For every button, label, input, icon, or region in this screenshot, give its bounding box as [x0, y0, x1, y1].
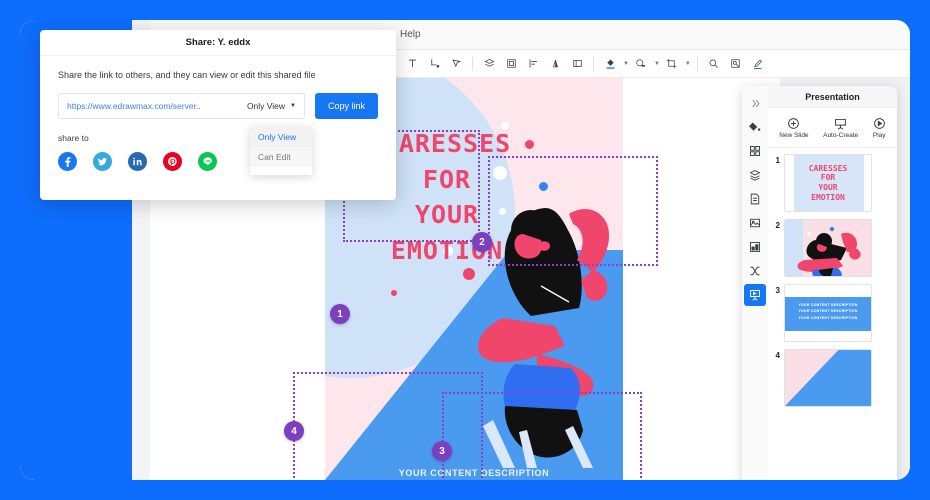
share-link-value: https://www.edrawmax.com/server.. [67, 101, 201, 111]
twitter-share-icon[interactable] [93, 152, 112, 171]
toolbar-divider [696, 56, 698, 71]
list-item[interactable]: 4 [772, 349, 891, 407]
chevron-down-icon[interactable]: ▼ [654, 61, 660, 67]
slide-thumbnail-3[interactable]: YOUR CONTENT DESCRIPTION YOUR CONTENT DE… [784, 284, 872, 342]
permission-dropdown[interactable]: Only View Can Edit [250, 127, 312, 175]
slide-thumbnail-4[interactable] [784, 349, 872, 407]
permission-option-can-edit[interactable]: Can Edit [250, 147, 312, 167]
play-label: Play [872, 131, 886, 139]
linkedin-share-icon[interactable] [128, 152, 147, 171]
text-tool-icon[interactable] [402, 54, 422, 74]
share-to-label: share to [58, 133, 89, 143]
chevron-down-icon[interactable]: ▼ [290, 103, 296, 109]
play-action[interactable]: Play [873, 117, 886, 139]
chart-table-icon[interactable] [744, 236, 766, 258]
slide-number: 4 [775, 351, 780, 360]
chevron-down-icon[interactable]: ▼ [623, 61, 629, 67]
thumb-illustration [797, 226, 861, 276]
list-item[interactable]: 3 YOUR CONTENT DESCRIPTION YOUR CONTENT … [772, 284, 891, 342]
document-list-icon[interactable] [744, 188, 766, 210]
share-dialog: Share: Y. eddx Share the link to others,… [40, 30, 396, 200]
auto-create-label: Auto-Create [823, 131, 859, 139]
group-icon[interactable] [501, 54, 521, 74]
frame-icon[interactable] [567, 54, 587, 74]
annotation-badge-4[interactable]: 4 [284, 421, 304, 441]
social-share-row [58, 152, 378, 171]
layers-stack-icon[interactable] [744, 164, 766, 186]
flip-icon[interactable] [545, 54, 565, 74]
fill-bucket-icon[interactable] [744, 116, 766, 138]
list-item[interactable]: 2 [772, 219, 891, 277]
shuffle-icon[interactable] [744, 260, 766, 282]
grid-apps-icon[interactable] [744, 140, 766, 162]
annotation-box-4[interactable] [293, 372, 483, 480]
permission-option-only-view[interactable]: Only View [250, 127, 312, 147]
new-slide-label: New Slide [779, 131, 809, 139]
dialog-body: Share the link to others, and they can v… [40, 56, 396, 171]
thumb-line: CARESSES [808, 163, 848, 173]
dialog-description: Share the link to others, and they can v… [58, 70, 316, 80]
slide-thumbnail-2[interactable] [784, 219, 872, 277]
plus-circle-icon [787, 117, 800, 130]
play-circle-icon [873, 117, 886, 130]
thumb-content-lines: YOUR CONTENT DESCRIPTION YOUR CONTENT DE… [785, 302, 871, 321]
pinterest-share-icon[interactable] [163, 152, 182, 171]
slide-number: 2 [775, 221, 780, 230]
poster-dot [391, 290, 397, 296]
panel-title: Presentation [768, 86, 897, 108]
list-item[interactable]: 1 CARESSES FOR YOUR EMOTION [772, 154, 891, 212]
crop-icon[interactable] [662, 54, 682, 74]
slide-number: 3 [775, 286, 780, 295]
thumb-line: YOUR [818, 183, 838, 192]
cursor-select-icon[interactable] [446, 54, 466, 74]
toolbar-divider [593, 56, 594, 71]
zoom-icon[interactable] [704, 54, 724, 74]
thumb-line: EMOTION [811, 192, 845, 202]
share-link-field[interactable]: https://www.edrawmax.com/server.. Only V… [58, 93, 305, 119]
line-share-icon[interactable] [198, 152, 217, 171]
toolbar-divider [472, 56, 473, 71]
permission-value: Only View [246, 101, 286, 111]
chevron-down-icon[interactable]: ▼ [685, 61, 691, 67]
new-slide-action[interactable]: New Slide [779, 117, 809, 139]
fill-color-icon[interactable] [600, 54, 620, 74]
panel-actions: New Slide Auto-Create Play [768, 108, 897, 148]
presentation-screen-icon [834, 117, 847, 130]
annotation-badge-2[interactable]: 2 [472, 232, 492, 252]
align-left-icon[interactable] [523, 54, 543, 74]
slide-thumbnail-1[interactable]: CARESSES FOR YOUR EMOTION [784, 154, 872, 212]
permission-select[interactable]: Only View ▼ [247, 101, 296, 111]
image-icon[interactable] [744, 212, 766, 234]
pen-icon[interactable] [748, 54, 768, 74]
presentation-icon[interactable] [744, 284, 766, 306]
thumb-line: YOUR CONTENT DESCRIPTION [798, 315, 858, 320]
shadow-icon[interactable] [631, 54, 651, 74]
copy-link-button[interactable]: Copy link [315, 93, 378, 119]
thumb-title-text: CARESSES FOR YOUR EMOTION [785, 155, 871, 211]
annotation-box-2[interactable] [488, 156, 658, 266]
layers-icon[interactable] [479, 54, 499, 74]
presentation-panel: Presentation New Slide Auto-Create Play … [742, 86, 897, 480]
slide-list[interactable]: 1 CARESSES FOR YOUR EMOTION 2 3 YOUR CON… [768, 148, 897, 480]
image-edit-icon[interactable] [726, 54, 746, 74]
connector-tool-icon[interactable] [424, 54, 444, 74]
annotation-badge-1[interactable]: 1 [330, 304, 350, 324]
auto-create-action[interactable]: Auto-Create [823, 117, 858, 139]
chevron-double-right-icon[interactable] [744, 92, 766, 114]
dialog-header: Share: Y. eddx [40, 30, 396, 56]
annotation-badge-3[interactable]: 3 [432, 441, 452, 461]
link-row: https://www.edrawmax.com/server.. Only V… [58, 93, 378, 119]
thumb-line: FOR [820, 173, 836, 183]
panel-body: Presentation New Slide Auto-Create Play … [768, 86, 897, 480]
facebook-share-icon[interactable] [58, 152, 77, 171]
slide-number: 1 [775, 156, 780, 165]
panel-icon-rail [742, 86, 768, 480]
dialog-title: Share: Y. eddx [185, 37, 251, 48]
menu-item-help[interactable]: Help [400, 29, 421, 40]
